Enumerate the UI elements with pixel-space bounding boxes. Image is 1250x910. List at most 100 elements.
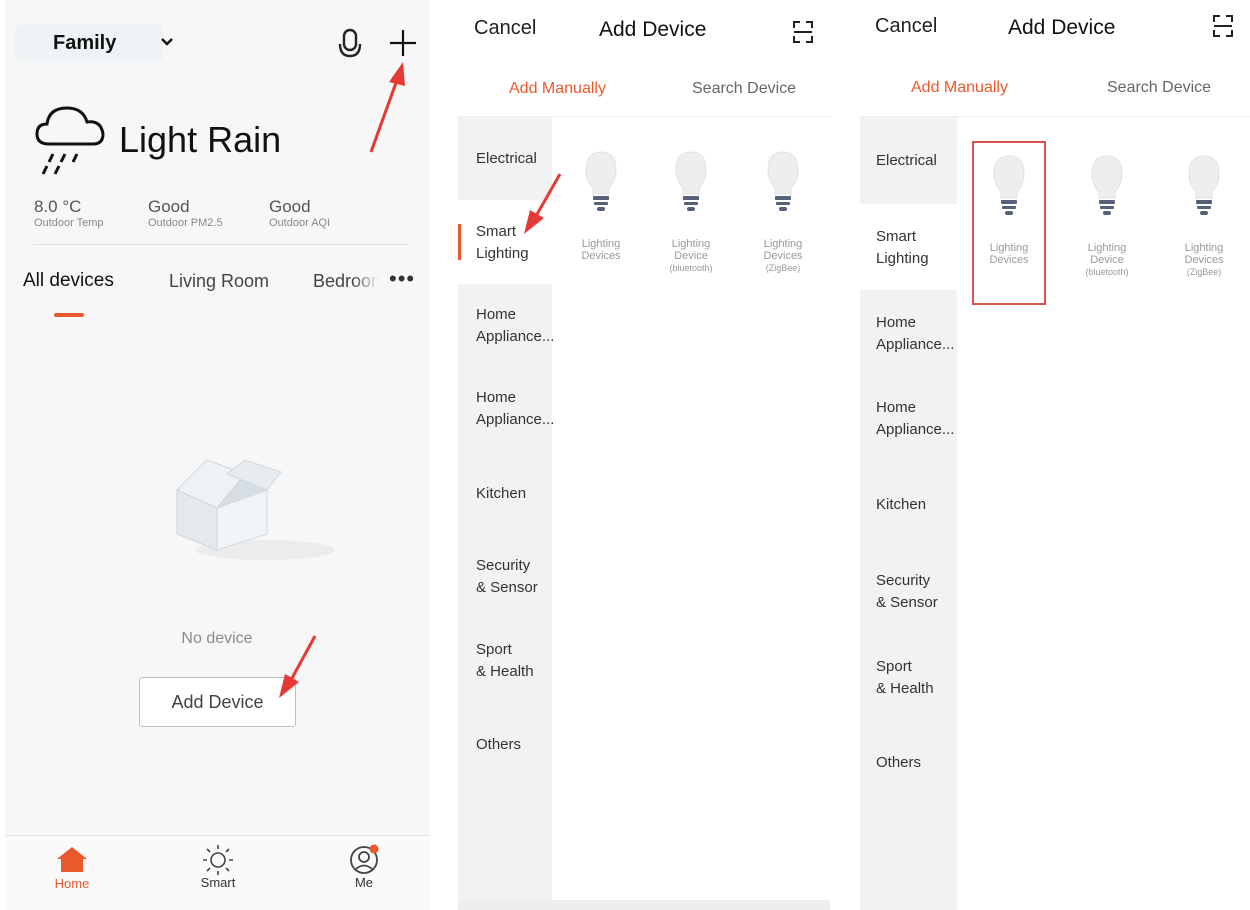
tab-smart-label: Smart: [200, 875, 236, 890]
tab-all-devices[interactable]: All devices: [23, 270, 114, 292]
device-label: (ZigBee): [1186, 267, 1222, 277]
tab-search-device[interactable]: Search Device: [692, 80, 796, 98]
rain-cloud-icon: [33, 98, 113, 176]
device-lighting-devices[interactable]: Lighting Devices: [976, 154, 1042, 266]
device-label: Lighting: [581, 238, 621, 250]
family-label[interactable]: Family: [53, 32, 116, 55]
weather-condition: Light Rain: [119, 119, 282, 160]
category-sport-health[interactable]: Sport & Health: [876, 656, 934, 700]
empty-box-icon: [155, 450, 335, 570]
category-label: Sport: [476, 641, 512, 658]
category-security-sensor[interactable]: Security & Sensor: [476, 555, 538, 599]
microphone-icon[interactable]: [337, 28, 363, 62]
tab-bedroom[interactable]: Bedroom: [313, 271, 379, 292]
chevron-down-icon[interactable]: [160, 34, 174, 52]
category-label: Lighting: [476, 245, 529, 262]
metric-value: Good: [148, 197, 190, 216]
category-label: Lighting: [876, 250, 929, 267]
device-label: Devices: [763, 250, 803, 262]
device-label: (bluetooth): [1085, 267, 1129, 277]
tab-living-room[interactable]: Living Room: [169, 271, 269, 292]
category-label: & Sensor: [876, 594, 938, 611]
category-label: Smart: [876, 228, 917, 245]
device-lighting-devices[interactable]: Lighting Devices: [568, 150, 634, 262]
light-bulb-icon: [993, 155, 1025, 215]
category-label: Security: [476, 557, 531, 574]
category-label: Home: [876, 399, 917, 416]
metric-label: Outdoor Temp: [34, 217, 104, 229]
category-others[interactable]: Others: [876, 752, 921, 774]
category-electrical[interactable]: Electrical: [876, 150, 937, 172]
add-device-screen: Cancel Add Device Add Manually Search De…: [458, 0, 830, 910]
arrow-indicator-icon: [369, 62, 405, 153]
category-label: Security: [876, 572, 931, 589]
category-label: Others: [876, 754, 922, 771]
tab-search-device[interactable]: Search Device: [1107, 79, 1211, 97]
category-security-sensor[interactable]: Security & Sensor: [876, 570, 938, 614]
tab-me[interactable]: Me: [324, 843, 404, 890]
category-label: Others: [476, 736, 522, 753]
add-device-button[interactable]: Add Device: [139, 677, 296, 727]
category-label: Sport: [876, 658, 912, 675]
light-bulb-icon: [1188, 155, 1220, 215]
page-title: Add Device: [1008, 16, 1116, 39]
page-title: Add Device: [599, 18, 707, 41]
category-label: Appliance...: [476, 328, 555, 345]
device-label: Device: [1090, 254, 1124, 266]
device-lighting-zigbee[interactable]: Lighting Devices (ZigBee): [750, 150, 816, 274]
category-home-appliance[interactable]: Home Appliance...: [476, 387, 554, 431]
category-home-appliance[interactable]: Home Appliance...: [876, 397, 954, 441]
category-home-appliance[interactable]: Home Appliance...: [876, 312, 954, 356]
category-label: Home: [876, 314, 917, 331]
cancel-button[interactable]: Cancel: [875, 15, 937, 38]
category-home-appliance[interactable]: Home Appliance...: [476, 304, 554, 348]
scan-icon[interactable]: [1212, 14, 1234, 43]
metric-label: Outdoor PM2.5: [148, 217, 223, 229]
tab-add-manually[interactable]: Add Manually: [509, 80, 606, 98]
tab-active-indicator: [54, 313, 84, 317]
category-sport-health[interactable]: Sport & Health: [476, 639, 534, 683]
category-electrical[interactable]: Electrical: [476, 148, 537, 170]
metric-outdoor-pm25: Good Outdoor PM2.5: [148, 197, 223, 229]
device-label: Devices: [989, 254, 1029, 266]
profile-icon: [350, 844, 379, 874]
device-lighting-zigbee[interactable]: Lighting Devices (ZigBee): [1171, 154, 1237, 278]
category-smart-lighting[interactable]: Smart Lighting: [876, 226, 929, 270]
cancel-button[interactable]: Cancel: [474, 17, 536, 40]
add-icon[interactable]: [388, 26, 418, 60]
device-lighting-bluetooth[interactable]: Lighting Device (bluetooth): [1074, 154, 1140, 278]
tab-home[interactable]: Home: [32, 845, 112, 891]
category-others[interactable]: Others: [476, 734, 521, 756]
metric-value: Good: [269, 197, 311, 216]
device-label: Lighting: [671, 238, 711, 250]
category-label: Home: [476, 306, 517, 323]
device-label: (ZigBee): [765, 263, 801, 273]
device-lighting-bluetooth[interactable]: Lighting Device (bluetooth): [658, 150, 724, 274]
device-label: Lighting: [763, 238, 803, 250]
device-label: Devices: [1184, 254, 1224, 266]
more-icon[interactable]: •••: [389, 266, 415, 292]
empty-state-text: No device: [181, 630, 253, 647]
scan-icon[interactable]: [792, 20, 814, 49]
metric-outdoor-aqi: Good Outdoor AQI: [269, 197, 330, 229]
category-smart-lighting[interactable]: Smart Lighting: [476, 221, 529, 265]
light-bulb-icon: [585, 151, 617, 211]
category-kitchen[interactable]: Kitchen: [876, 494, 926, 516]
category-label: Appliance...: [876, 336, 955, 353]
divider: [33, 244, 409, 245]
tab-smart[interactable]: Smart: [178, 843, 258, 890]
category-label: Kitchen: [476, 485, 527, 502]
category-active-indicator: [458, 224, 461, 260]
metric-value: 8.0 °C: [34, 197, 82, 216]
light-bulb-icon: [1091, 155, 1123, 215]
category-label: Kitchen: [876, 496, 927, 513]
category-label: Electrical: [876, 152, 937, 169]
light-bulb-icon: [767, 151, 799, 211]
device-label: Devices: [581, 250, 621, 262]
tab-add-manually[interactable]: Add Manually: [911, 79, 1008, 97]
light-bulb-icon: [675, 151, 707, 211]
tab-me-label: Me: [354, 875, 374, 890]
device-label: Lighting: [1184, 242, 1224, 254]
device-label: Lighting: [1087, 242, 1127, 254]
category-kitchen[interactable]: Kitchen: [476, 483, 526, 505]
